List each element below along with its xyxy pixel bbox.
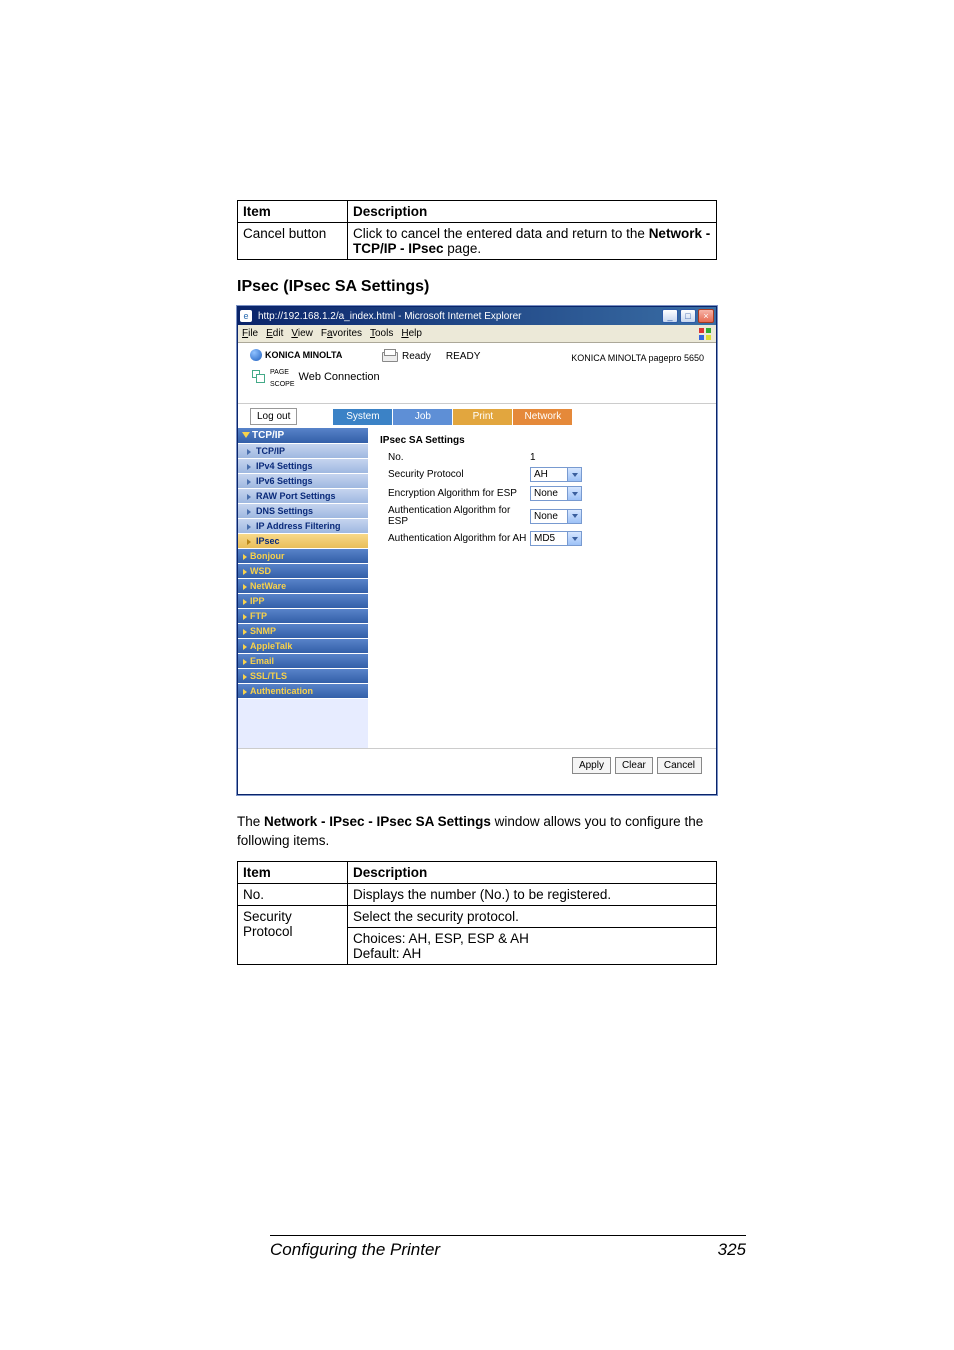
form-label-no: No. xyxy=(380,452,530,463)
apply-button[interactable]: Apply xyxy=(572,757,611,774)
tab-print[interactable]: Print xyxy=(453,409,513,425)
sidebar-sub-tcpip[interactable]: TCP/IP xyxy=(238,444,368,459)
t1-item: Cancel button xyxy=(238,223,348,260)
t2-r1-desc: Displays the number (No.) to be register… xyxy=(348,883,717,905)
t1-h1: Item xyxy=(238,201,348,223)
maximize-button[interactable]: □ xyxy=(680,309,696,323)
logout-button[interactable]: Log out xyxy=(250,408,297,425)
t1-h2: Description xyxy=(348,201,717,223)
menu-view[interactable]: View xyxy=(291,328,313,339)
page-number: 325 xyxy=(718,1240,746,1260)
sidebar-item-ssltls[interactable]: SSL/TLS xyxy=(238,669,368,684)
sidebar-item-ipp[interactable]: IPP xyxy=(238,594,368,609)
settings-table: Item Description No. Displays the number… xyxy=(237,861,717,965)
cancel-button-table: Item Description Cancel button Click to … xyxy=(237,200,717,260)
detail-title: IPsec SA Settings xyxy=(380,435,704,446)
titlebar: e http://192.168.1.2/a_index.html - Micr… xyxy=(238,307,716,325)
clear-button[interactable]: Clear xyxy=(615,757,653,774)
sidebar-item-snmp[interactable]: SNMP xyxy=(238,624,368,639)
select-security-protocol[interactable]: AH xyxy=(530,467,582,482)
caption-text: The Network - IPsec - IPsec SA Settings … xyxy=(237,813,717,851)
close-button[interactable]: × xyxy=(698,309,714,323)
pagescope-label: PAGESCOPE Web Connection xyxy=(250,365,380,389)
t2-r2-extra: Choices: AH, ESP, ESP & AH Default: AH xyxy=(348,927,717,964)
sidebar: TCP/IP TCP/IP IPv4 Settings IPv6 Setting… xyxy=(238,428,368,748)
sidebar-sub-ipsec[interactable]: IPsec xyxy=(238,534,368,549)
sidebar-sub-ipfilter[interactable]: IP Address Filtering xyxy=(238,519,368,534)
t2-h1: Item xyxy=(238,861,348,883)
brand-logo: KONICA MINOLTA xyxy=(250,349,380,361)
select-enc-esp[interactable]: None xyxy=(530,486,582,501)
page-footer: Configuring the Printer 325 xyxy=(270,1235,746,1260)
brand-dot-icon xyxy=(250,349,262,361)
sidebar-sub-ipv4[interactable]: IPv4 Settings xyxy=(238,459,368,474)
menu-help[interactable]: Help xyxy=(401,328,422,339)
t1-desc: Click to cancel the entered data and ret… xyxy=(348,223,717,260)
chevron-down-icon xyxy=(567,468,581,481)
t2-r2-item: Security Protocol xyxy=(238,905,348,964)
tab-system[interactable]: System xyxy=(333,409,393,425)
printer-icon xyxy=(380,349,398,363)
cancel-button[interactable]: Cancel xyxy=(657,757,702,774)
window-title: http://192.168.1.2/a_index.html - Micros… xyxy=(255,311,660,322)
select-auth-ah[interactable]: MD5 xyxy=(530,531,582,546)
menu-favorites[interactable]: Favorites xyxy=(321,328,362,339)
chevron-down-icon xyxy=(567,510,581,523)
ie-icon: e xyxy=(240,310,252,322)
form-label-auth-esp: Authentication Algorithm for ESP xyxy=(380,505,530,527)
footer-title: Configuring the Printer xyxy=(270,1240,440,1260)
sidebar-item-ftp[interactable]: FTP xyxy=(238,609,368,624)
menu-file[interactable]: File xyxy=(242,328,258,339)
windows-flag-icon xyxy=(698,327,712,341)
sidebar-item-appletalk[interactable]: AppleTalk xyxy=(238,639,368,654)
sidebar-sub-ipv6[interactable]: IPv6 Settings xyxy=(238,474,368,489)
form-value-no: 1 xyxy=(530,452,536,463)
menubar: File Edit View Favorites Tools Help xyxy=(238,325,716,343)
chevron-down-icon xyxy=(567,487,581,500)
sidebar-item-bonjour[interactable]: Bonjour xyxy=(238,549,368,564)
section-title: IPsec (IPsec SA Settings) xyxy=(237,278,717,296)
sidebar-top-tcpip[interactable]: TCP/IP xyxy=(238,428,368,444)
browser-window: e http://192.168.1.2/a_index.html - Micr… xyxy=(237,306,717,795)
sidebar-sub-dns[interactable]: DNS Settings xyxy=(238,504,368,519)
minimize-button[interactable]: _ xyxy=(662,309,678,323)
ready-status: READY xyxy=(446,349,480,362)
t2-r2-desc: Select the security protocol. xyxy=(348,905,717,927)
form-label-enc-esp: Encryption Algorithm for ESP xyxy=(380,488,530,499)
t2-r1-item: No. xyxy=(238,883,348,905)
menu-tools[interactable]: Tools xyxy=(370,328,393,339)
pagescope-icon xyxy=(250,369,266,385)
chevron-down-icon xyxy=(567,532,581,545)
tab-network[interactable]: Network xyxy=(513,409,573,425)
sidebar-item-netware[interactable]: NetWare xyxy=(238,579,368,594)
sidebar-item-email[interactable]: Email xyxy=(238,654,368,669)
sidebar-item-wsd[interactable]: WSD xyxy=(238,564,368,579)
tab-job[interactable]: Job xyxy=(393,409,453,425)
select-auth-esp[interactable]: None xyxy=(530,509,582,524)
sidebar-sub-rawport[interactable]: RAW Port Settings xyxy=(238,489,368,504)
menu-edit[interactable]: Edit xyxy=(266,328,283,339)
t2-h2: Description xyxy=(348,861,717,883)
form-label-auth-ah: Authentication Algorithm for AH xyxy=(380,533,530,544)
ready-badge: Ready xyxy=(380,349,431,363)
form-label-secproto: Security Protocol xyxy=(380,469,530,480)
model-label: KONICA MINOLTA pagepro 5650 xyxy=(571,349,704,389)
sidebar-item-auth[interactable]: Authentication xyxy=(238,684,368,699)
